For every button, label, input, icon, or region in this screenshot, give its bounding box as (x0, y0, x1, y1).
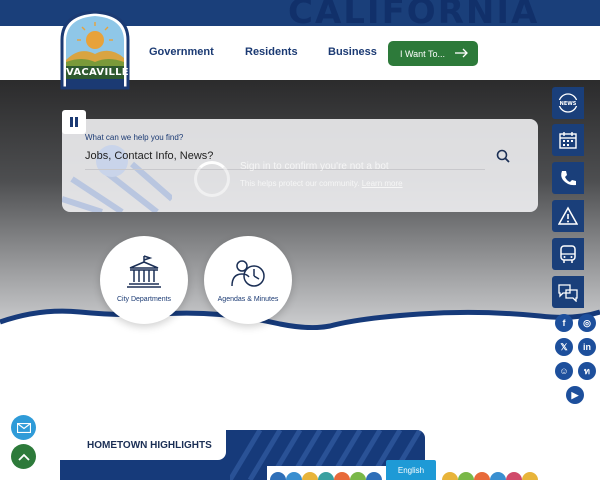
i-want-to-label: I Want To... (400, 48, 446, 59)
hero-wave-divider (0, 308, 600, 330)
search-panel: What can we help you find? Jobs, Contact… (62, 119, 538, 212)
slideshow-pause-button[interactable] (62, 110, 86, 134)
banner-watermark-text: CALIFORNIA (288, 0, 540, 26)
bot-check-text: This helps protect our community. (240, 179, 360, 188)
rail-contact-button[interactable] (552, 162, 584, 194)
search-icon[interactable] (496, 149, 510, 163)
rail-calendar-button[interactable] (552, 124, 584, 156)
quick-link-label: City Departments (116, 296, 172, 303)
envelope-icon (16, 422, 31, 433)
rail-chat-button[interactable] (552, 276, 584, 308)
nav-business[interactable]: Business (328, 46, 377, 58)
nextdoor-icon[interactable]: ☺ (555, 362, 573, 380)
loading-spinner-icon (194, 161, 230, 197)
bus-icon (560, 245, 576, 263)
i-want-to-button[interactable]: I Want To... (388, 41, 478, 66)
rail-news-button[interactable]: NEWS (552, 87, 584, 119)
language-selector-button[interactable]: English (386, 460, 436, 480)
bot-check-subtitle: This helps protect our community. Learn … (240, 179, 403, 188)
alert-triangle-icon (558, 206, 578, 225)
city-logo[interactable]: VACAVILLE (58, 10, 132, 90)
chat-bubbles-icon (558, 284, 578, 302)
nav-government[interactable]: Government (149, 46, 214, 58)
phone-card-icon (561, 171, 576, 186)
search-input[interactable]: Jobs, Contact Info, News? (85, 150, 213, 162)
pause-icon (70, 117, 78, 127)
x-icon[interactable]: 𝕏 (555, 338, 573, 356)
news-globe-icon: NEWS (558, 93, 578, 113)
instagram-icon[interactable]: ◎ (578, 314, 596, 332)
facebook-icon[interactable]: f (555, 314, 573, 332)
quick-link-label: Agendas & Minutes (217, 296, 279, 303)
learn-more-link[interactable]: Learn more (362, 179, 403, 188)
scroll-to-top-button[interactable] (11, 444, 36, 469)
quick-link-agendas-minutes[interactable]: Agendas & Minutes (204, 236, 292, 324)
arrow-right-icon (455, 48, 468, 58)
quick-link-city-departments[interactable]: City Departments (100, 236, 188, 324)
bot-check-title: Sign in to confirm you're not a bot (240, 161, 389, 172)
nav-residents[interactable]: Residents (245, 46, 298, 58)
linkedin-icon[interactable]: in (578, 338, 596, 356)
rail-news-text: NEWS (560, 101, 577, 107)
youtube-icon[interactable]: ▶ (566, 386, 584, 404)
threads-icon[interactable]: ท (578, 362, 596, 380)
person-clock-icon (231, 260, 265, 287)
rail-alerts-button[interactable] (552, 200, 584, 232)
chevron-up-icon (17, 453, 30, 461)
search-prompt: What can we help you find? (85, 133, 184, 142)
city-hall-icon (127, 255, 161, 288)
email-alerts-button[interactable] (11, 415, 36, 440)
vacaville-logo-icon (60, 10, 130, 90)
calendar-icon (559, 132, 577, 149)
logo-wordmark: VACAVILLE (66, 67, 129, 78)
rail-transit-button[interactable] (552, 238, 584, 270)
hometown-title: HOMETOWN HIGHLIGHTS (60, 430, 226, 460)
